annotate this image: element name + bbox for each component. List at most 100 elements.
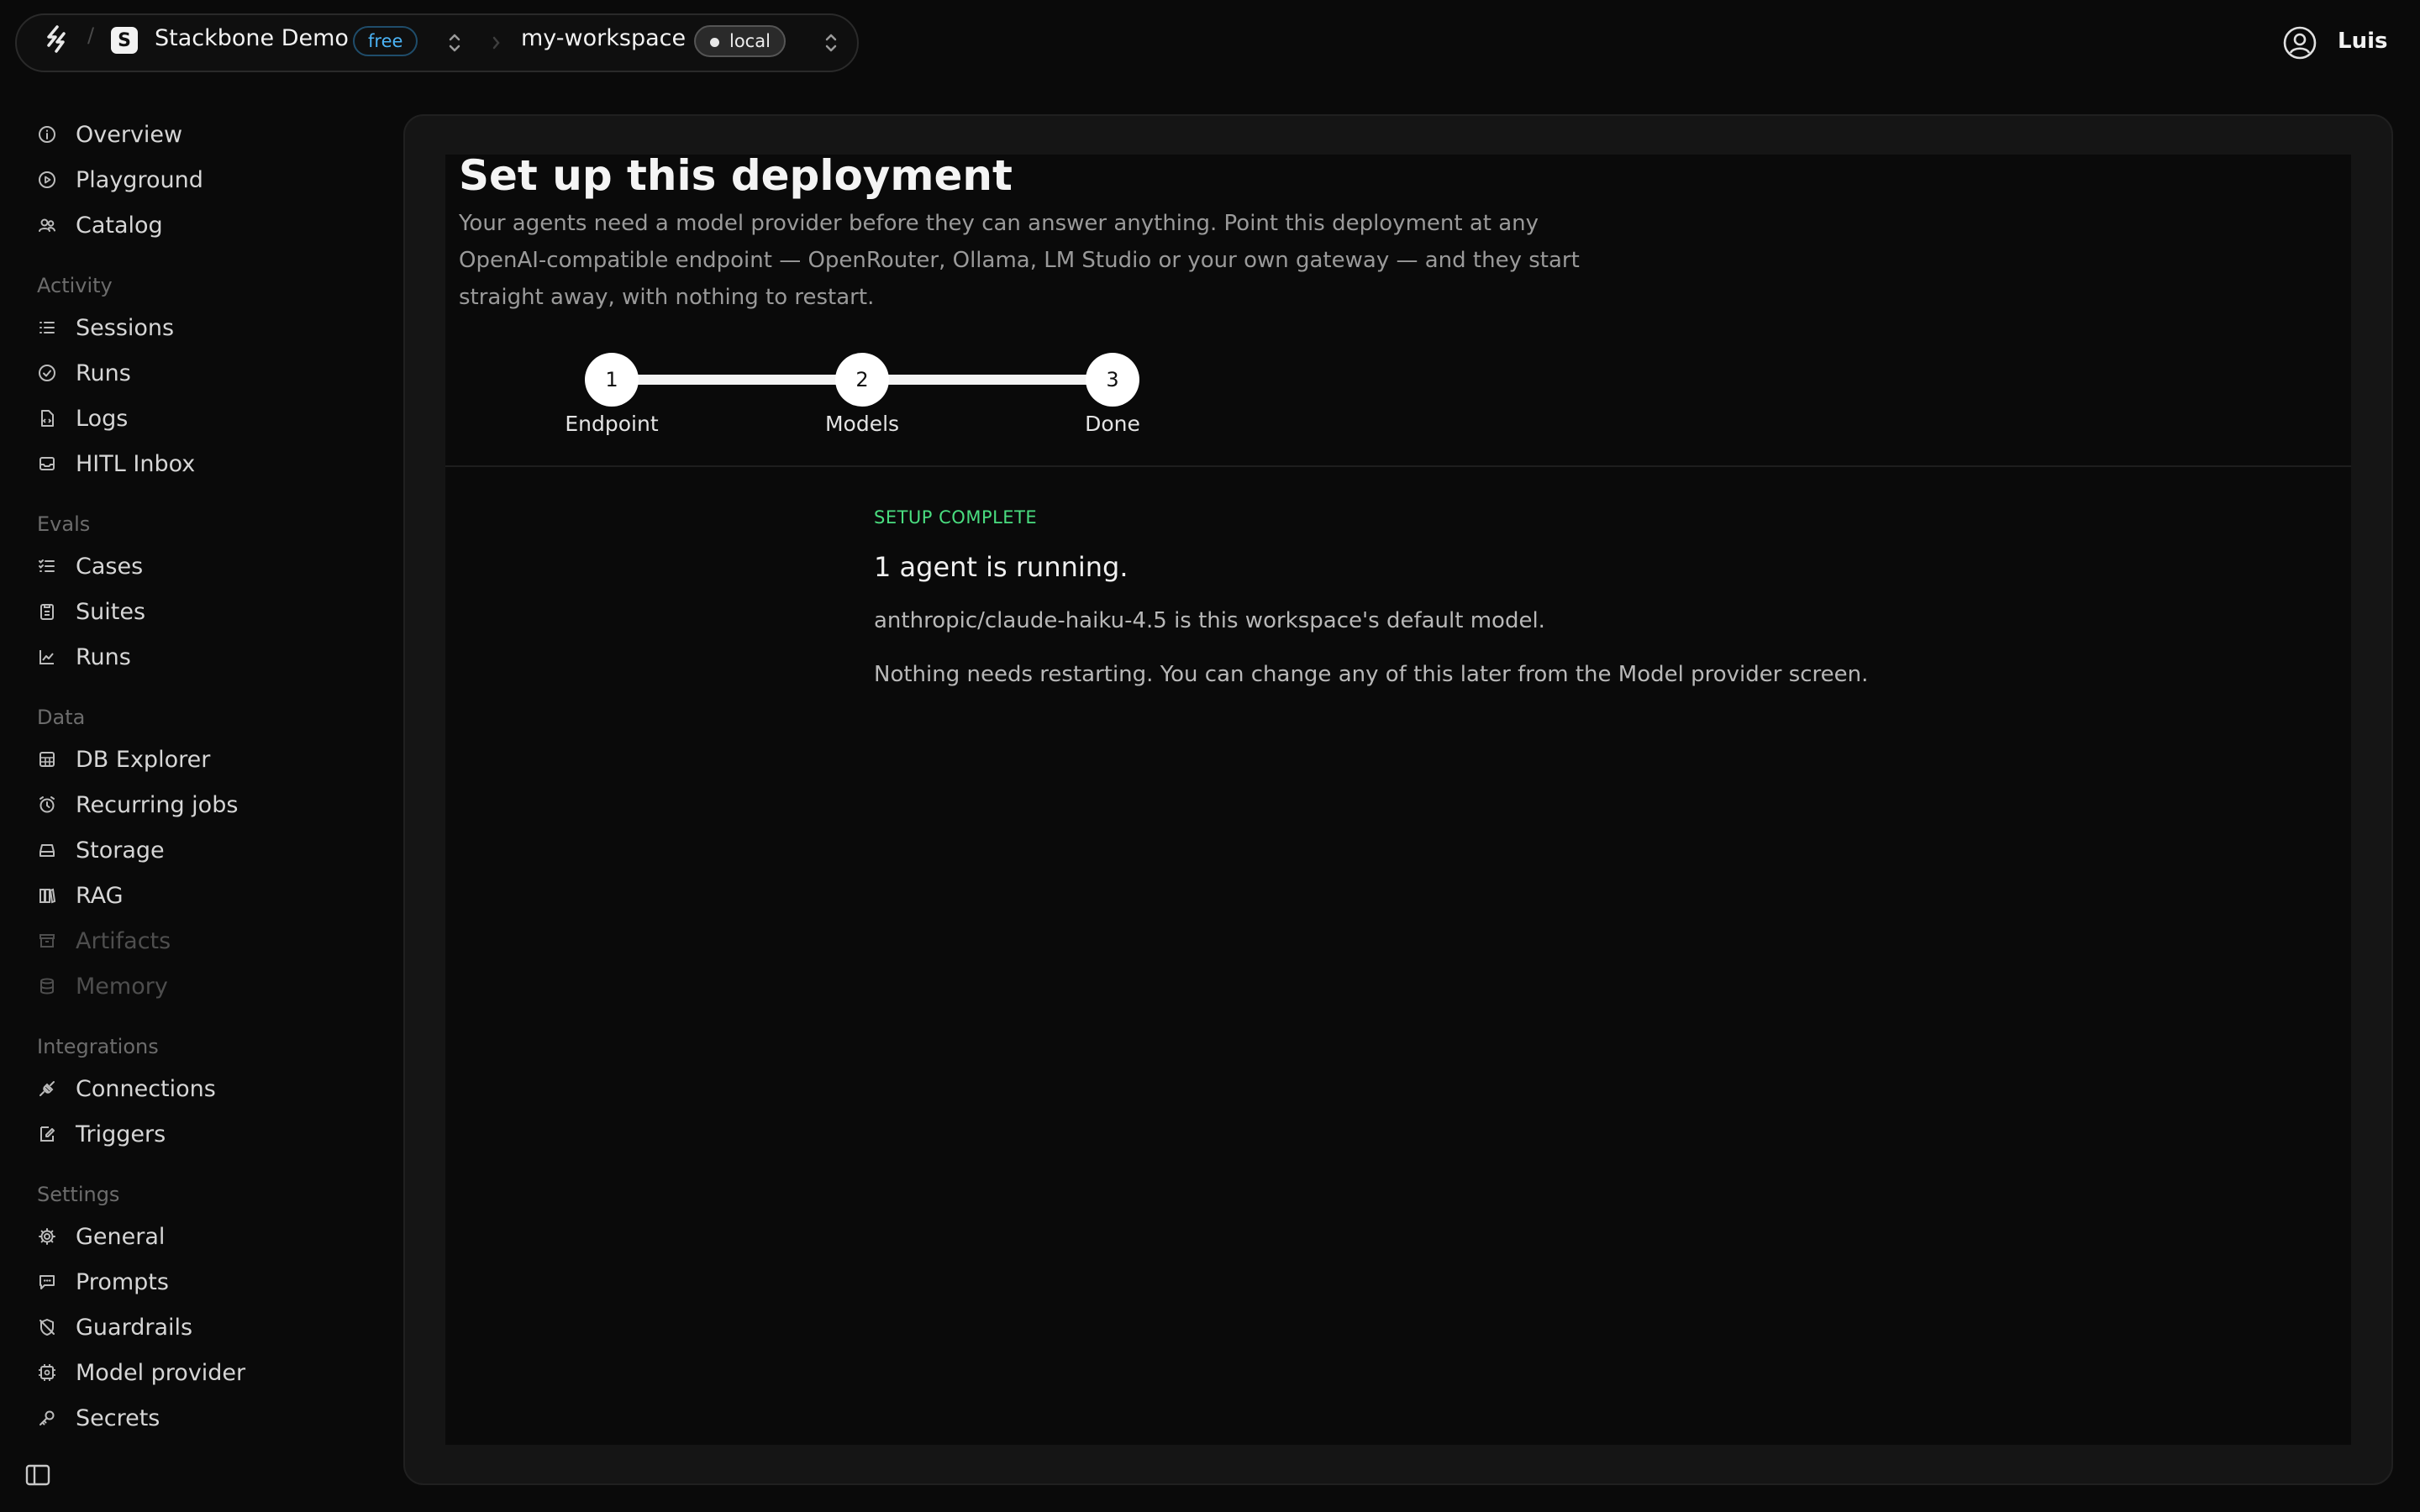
- org-switcher-chevrons-icon[interactable]: [445, 30, 464, 55]
- books-icon: [37, 885, 57, 906]
- step-circle-done[interactable]: 3: [1086, 353, 1139, 407]
- sidebar-item-label: Playground: [76, 166, 203, 193]
- section-label-data: Data: [37, 706, 86, 729]
- sidebar-item-label: Connections: [76, 1075, 216, 1102]
- sidebar-item-general[interactable]: General: [37, 1220, 165, 1253]
- step-label-endpoint: Endpoint: [565, 412, 659, 436]
- stepper-connector: [887, 375, 1091, 385]
- plan-badge: free: [353, 26, 418, 56]
- sidebar-item-secrets[interactable]: Secrets: [37, 1401, 160, 1435]
- step-label-models: Models: [824, 412, 900, 436]
- sidebar-item-label: DB Explorer: [76, 746, 211, 773]
- sidebar-item-catalog[interactable]: Catalog: [37, 208, 163, 242]
- sidebar-item-label: Recurring jobs: [76, 791, 239, 818]
- restart-note-text: Nothing needs restarting. You can change…: [874, 662, 1869, 687]
- checklist-icon: [37, 556, 57, 576]
- org-avatar[interactable]: S: [111, 27, 138, 54]
- sidebar-item-label: Storage: [76, 837, 165, 864]
- check-circle-icon: [37, 363, 57, 383]
- users-icon: [37, 215, 57, 235]
- sidebar-item-recurring-jobs[interactable]: Recurring jobs: [37, 788, 238, 822]
- user-name[interactable]: Luis: [2338, 29, 2387, 54]
- sidebar-item-label: Cases: [76, 553, 144, 580]
- stackbone-logo-icon[interactable]: [44, 25, 69, 54]
- sidebar-item-eval-runs[interactable]: Runs: [37, 640, 131, 674]
- table-icon: [37, 749, 57, 769]
- gear-icon: [37, 1226, 57, 1247]
- list-icon: [37, 318, 57, 338]
- workspace-name[interactable]: my-workspace: [521, 25, 686, 51]
- message-icon: [37, 1272, 57, 1292]
- step-circle-endpoint[interactable]: 1: [585, 353, 639, 407]
- breadcrumb-separator: /: [87, 24, 95, 47]
- section-label-settings: Settings: [37, 1183, 120, 1206]
- sidebar-item-label: Prompts: [76, 1268, 169, 1295]
- section-label-activity: Activity: [37, 274, 113, 297]
- sidebar-item-prompts[interactable]: Prompts: [37, 1265, 169, 1299]
- sidebar-item-memory: Memory: [37, 969, 168, 1003]
- cpu-gear-icon: [37, 1362, 57, 1383]
- step-circle-models[interactable]: 2: [835, 353, 889, 407]
- shield-off-icon: [37, 1317, 57, 1337]
- sidebar-item-playground[interactable]: Playground: [37, 163, 203, 197]
- sidebar-item-cases[interactable]: Cases: [37, 549, 143, 583]
- sidebar-item-connections[interactable]: Connections: [37, 1072, 216, 1105]
- sidebar-item-hitl-inbox[interactable]: HITL Inbox: [37, 447, 195, 480]
- sidebar-toggle-icon[interactable]: [25, 1463, 50, 1487]
- sidebar-item-label: Model provider: [76, 1359, 246, 1386]
- info-icon: [37, 124, 57, 144]
- sidebar-item-label: Artifacts: [76, 927, 171, 954]
- user-avatar-icon[interactable]: [2282, 25, 2317, 60]
- play-icon: [37, 170, 57, 190]
- sidebar-item-model-provider[interactable]: Model provider: [37, 1356, 245, 1389]
- status-dot: [710, 38, 719, 47]
- setup-card: [445, 155, 2351, 1445]
- section-label-evals: Evals: [37, 512, 91, 536]
- sidebar-item-label: Guardrails: [76, 1314, 193, 1341]
- stepper-connector: [637, 375, 840, 385]
- section-label-integrations: Integrations: [37, 1035, 159, 1058]
- environment-label: local: [729, 31, 771, 51]
- sidebar-item-label: Sessions: [76, 314, 175, 341]
- page-description: Your agents need a model provider before…: [459, 211, 1580, 310]
- sidebar-item-label: Overview: [76, 121, 183, 148]
- sidebar-item-rag[interactable]: RAG: [37, 879, 124, 912]
- sidebar-item-triggers[interactable]: Triggers: [37, 1117, 166, 1151]
- sidebar-item-label: Runs: [76, 360, 131, 386]
- sidebar-item-label: Catalog: [76, 212, 163, 239]
- agent-count-headline: 1 agent is running.: [874, 551, 1128, 583]
- sidebar-item-label: HITL Inbox: [76, 450, 196, 477]
- sidebar-item-storage[interactable]: Storage: [37, 833, 165, 867]
- top-navigation-bar: / S Stackbone Demo free my-workspace loc…: [15, 13, 859, 72]
- chart-line-icon: [37, 647, 57, 667]
- sidebar-item-label: Secrets: [76, 1404, 160, 1431]
- edit-icon: [37, 1124, 57, 1144]
- step-label-done: Done: [1085, 412, 1140, 436]
- alarm-icon: [37, 795, 57, 815]
- archive-icon: [37, 931, 57, 951]
- sidebar-item-label: Memory: [76, 973, 168, 1000]
- plug-icon: [37, 1079, 57, 1099]
- sidebar-item-runs[interactable]: Runs: [37, 356, 131, 390]
- sidebar-item-label: Suites: [76, 598, 146, 625]
- status-label: SETUP COMPLETE: [874, 507, 1038, 528]
- storage-icon: [37, 840, 57, 860]
- sidebar-item-sessions[interactable]: Sessions: [37, 311, 174, 344]
- workspace-switcher-chevrons-icon[interactable]: [822, 30, 840, 55]
- sidebar-item-label: Triggers: [76, 1121, 166, 1147]
- database-icon: [37, 976, 57, 996]
- org-name[interactable]: Stackbone Demo: [155, 25, 349, 51]
- default-model-text: anthropic/claude-haiku-4.5 is this works…: [874, 608, 1545, 633]
- environment-badge: local: [694, 25, 786, 57]
- section-divider: [445, 465, 2351, 467]
- clipboard-icon: [37, 601, 57, 622]
- sidebar-item-guardrails[interactable]: Guardrails: [37, 1310, 192, 1344]
- sidebar-item-suites[interactable]: Suites: [37, 595, 145, 628]
- inbox-icon: [37, 454, 57, 474]
- sidebar-item-overview[interactable]: Overview: [37, 118, 182, 151]
- breadcrumb-chevron-icon: [492, 36, 500, 50]
- sidebar-item-label: Runs: [76, 643, 131, 670]
- sidebar-item-db-explorer[interactable]: DB Explorer: [37, 743, 210, 776]
- key-icon: [37, 1408, 57, 1428]
- sidebar-item-logs[interactable]: Logs: [37, 402, 128, 435]
